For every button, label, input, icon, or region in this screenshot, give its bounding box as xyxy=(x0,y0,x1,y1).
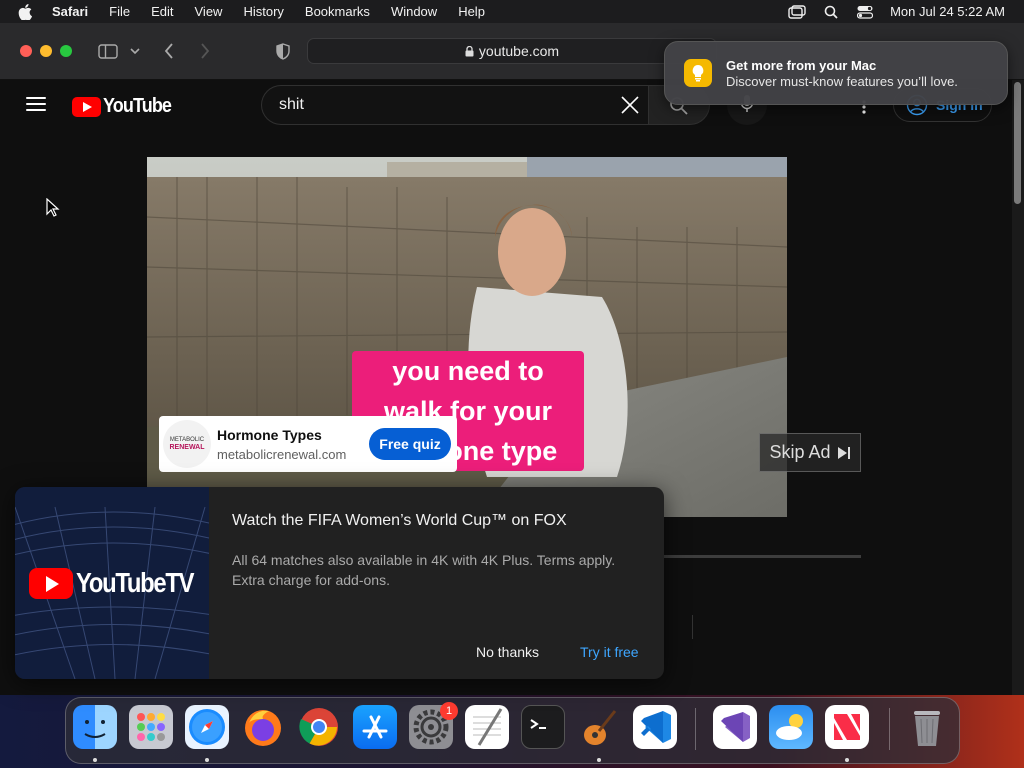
vertical-divider xyxy=(692,615,693,639)
running-indicator xyxy=(845,758,849,762)
menu-history[interactable]: History xyxy=(243,4,283,19)
window-minimize-button[interactable] xyxy=(40,45,52,57)
ad-url: metabolicrenewal.com xyxy=(217,446,347,462)
trash-icon[interactable] xyxy=(905,705,949,749)
search-value: shit xyxy=(279,96,304,113)
running-indicator xyxy=(205,758,209,762)
youtube-logo-text: YouTube xyxy=(103,95,172,117)
youtube-logo[interactable]: YouTube xyxy=(72,95,179,118)
launchpad-icon[interactable] xyxy=(129,705,173,749)
lock-icon xyxy=(465,45,474,56)
menu-clock[interactable]: Mon Jul 24 5:22 AM xyxy=(890,4,1005,19)
spotlight-search-icon[interactable] xyxy=(822,5,840,19)
free-quiz-button[interactable]: Free quiz xyxy=(369,428,451,460)
youtube-tv-logo: YouTubeTV xyxy=(29,567,209,599)
ad-overlay-card[interactable]: METABOLIC RENEWAL Hormone Types metaboli… xyxy=(159,416,457,472)
page-scrollbar[interactable] xyxy=(1012,80,1024,695)
promo-body: All 64 matches also available in 4K with… xyxy=(232,552,616,588)
forward-icon[interactable] xyxy=(196,42,214,60)
youtube-tv-promo-dialog: YouTubeTV Watch the FIFA Women’s World C… xyxy=(15,487,664,679)
youtube-tv-logo-text: YouTubeTV xyxy=(76,567,194,598)
visual-studio-icon[interactable] xyxy=(713,705,757,749)
scrollbar-thumb[interactable] xyxy=(1014,82,1021,204)
menu-view[interactable]: View xyxy=(195,4,223,19)
dock-separator xyxy=(889,708,890,750)
menu-bookmarks[interactable]: Bookmarks xyxy=(305,4,370,19)
notification-title: Get more from your Mac xyxy=(726,57,877,73)
promo-title: Watch the FIFA Women’s World Cup™ on FOX xyxy=(232,512,567,529)
safari-icon[interactable] xyxy=(185,705,229,749)
app-store-icon[interactable] xyxy=(353,705,397,749)
window-zoom-button[interactable] xyxy=(60,45,72,57)
vscode-icon[interactable] xyxy=(633,705,677,749)
apple-menu-icon[interactable] xyxy=(18,3,32,20)
menu-app-name[interactable]: Safari xyxy=(52,4,88,19)
window-close-button[interactable] xyxy=(20,45,32,57)
mouse-pointer-icon xyxy=(46,198,60,217)
youtube-tv-play-icon xyxy=(29,567,73,599)
caption-line: you need to xyxy=(392,356,544,386)
advertiser-logo-line: RENEWAL xyxy=(169,444,205,451)
chrome-icon[interactable] xyxy=(297,705,341,749)
tips-lightbulb-icon xyxy=(684,59,712,87)
garageband-icon[interactable] xyxy=(577,705,621,749)
address-text: youtube.com xyxy=(478,43,560,59)
skip-ad-label: Skip Ad xyxy=(769,442,831,462)
screen-mirroring-icon[interactable] xyxy=(788,4,806,19)
clear-search-icon[interactable] xyxy=(618,93,642,117)
firefox-icon[interactable] xyxy=(241,705,285,749)
weather-icon[interactable] xyxy=(769,705,813,749)
textedit-icon[interactable] xyxy=(465,705,509,749)
try-it-free-button[interactable]: Try it free xyxy=(580,644,639,660)
menu-window[interactable]: Window xyxy=(391,4,437,19)
no-thanks-button[interactable]: No thanks xyxy=(476,644,539,660)
terminal-icon[interactable] xyxy=(521,705,565,749)
chevron-down-icon[interactable] xyxy=(129,45,141,57)
search-input[interactable]: shit xyxy=(261,85,648,125)
menu-edit[interactable]: Edit xyxy=(151,4,173,19)
skip-ad-button[interactable]: Skip Ad xyxy=(759,433,861,472)
ad-title: Hormone Types xyxy=(217,426,322,443)
running-indicator xyxy=(93,758,97,762)
skip-next-icon xyxy=(837,446,850,459)
news-icon[interactable] xyxy=(825,705,869,749)
finder-icon[interactable] xyxy=(73,705,117,749)
dock-separator xyxy=(695,708,696,750)
address-bar[interactable]: youtube.com xyxy=(307,38,717,64)
hamburger-menu-icon[interactable] xyxy=(26,97,46,113)
privacy-shield-icon[interactable] xyxy=(274,42,292,60)
back-icon[interactable] xyxy=(160,42,178,60)
youtube-play-icon xyxy=(72,96,101,117)
notification-body: Discover must-know features you’ll love. xyxy=(726,73,958,89)
notification-badge: 1 xyxy=(440,702,458,720)
menu-help[interactable]: Help xyxy=(458,4,485,19)
promo-artwork: YouTubeTV xyxy=(15,487,209,679)
content-divider xyxy=(664,555,861,558)
menu-file[interactable]: File xyxy=(109,4,130,19)
running-indicator xyxy=(597,758,601,762)
menu-bar: Safari File Edit View History Bookmarks … xyxy=(0,0,1024,23)
mac-notification[interactable]: Get more from your Mac Discover must-kno… xyxy=(664,41,1008,105)
sidebar-toggle-icon[interactable] xyxy=(96,42,120,60)
advertiser-logo: METABOLIC RENEWAL xyxy=(163,420,211,468)
advertiser-logo-line: METABOLIC xyxy=(169,437,205,443)
control-center-icon[interactable] xyxy=(856,5,874,19)
